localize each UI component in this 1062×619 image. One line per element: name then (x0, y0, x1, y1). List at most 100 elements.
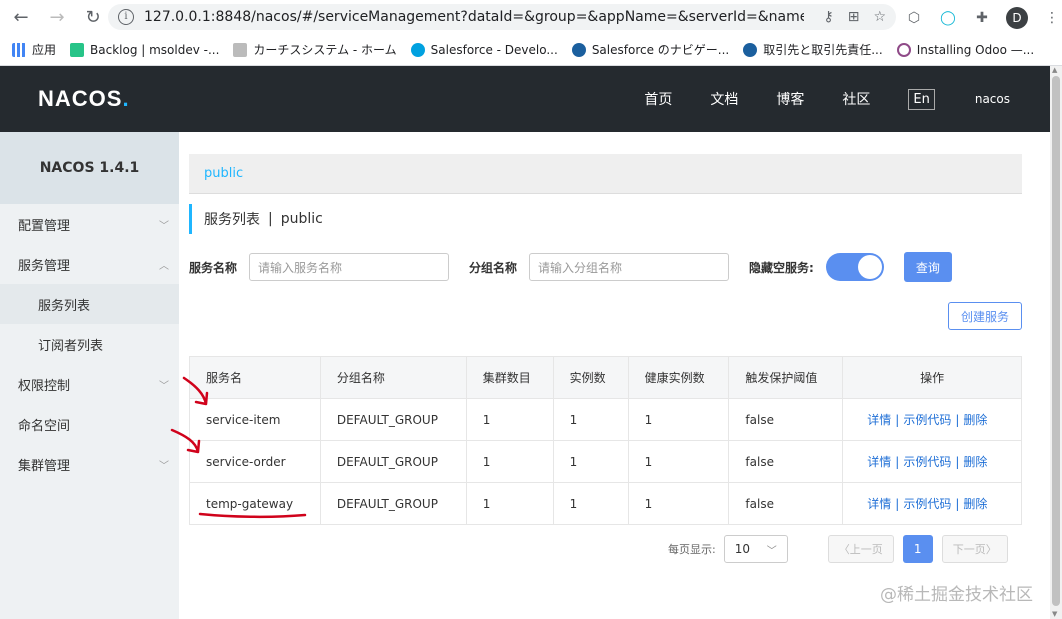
service-name-input[interactable]: 请输入服务名称 (249, 253, 450, 281)
sidebar-item-label: 订阅者列表 (38, 338, 104, 354)
sidebar-item-service-list[interactable]: 服务列表 (0, 284, 179, 324)
detail-link[interactable]: 详情 (867, 413, 891, 427)
sidebar-item-auth[interactable]: 权限控制 ﹀ (0, 364, 179, 404)
nacos-logo[interactable]: NACOS. (38, 86, 130, 112)
nav-blog[interactable]: 博客 (776, 89, 804, 109)
sidebar-item-config[interactable]: 配置管理 ﹀ (0, 204, 179, 244)
site-info-icon[interactable]: i (118, 9, 134, 25)
sidebar-item-namespace[interactable]: 命名空间 (0, 404, 179, 444)
op-separator: | (955, 413, 960, 427)
bookmark-label: カーチスシステム - ホーム (253, 43, 397, 57)
filter-row: 服务名称 请输入服务名称 分组名称 请输入分组名称 隐藏空服务: 查询 (189, 252, 952, 282)
table-row: service-item DEFAULT_GROUP 1 1 1 false 详… (189, 398, 1022, 441)
extension-ring-icon[interactable]: ◯ (938, 8, 958, 28)
page-title: 服务列表 | public (189, 204, 323, 234)
nav-docs[interactable]: 文档 (710, 89, 738, 109)
sidebar-item-service[interactable]: 服务管理 ︿ (0, 244, 179, 284)
delete-link[interactable]: 删除 (963, 497, 987, 511)
odoo-icon (896, 42, 911, 57)
detail-link[interactable]: 详情 (867, 455, 891, 469)
page-number-current[interactable]: 1 (902, 535, 933, 563)
chevron-right-icon: 〉 (985, 543, 997, 556)
delete-link[interactable]: 删除 (963, 413, 987, 427)
page-title-namespace: public (280, 211, 323, 227)
bookmark-item[interactable]: Installing Odoo —... (896, 42, 1034, 57)
healthy-cell: 1 (627, 440, 730, 483)
browser-menu-icon[interactable]: ⋮ (1042, 8, 1062, 28)
delete-link[interactable]: 删除 (963, 455, 987, 469)
sample-code-link[interactable]: 示例代码 (903, 497, 951, 511)
sidebar-item-label: 配置管理 (18, 218, 71, 234)
column-header: 操作 (842, 356, 1022, 399)
bookmark-item[interactable]: 取引先と取引先責任... (743, 41, 883, 58)
nav-home[interactable]: 首页 (644, 89, 672, 109)
healthy-cell: 1 (627, 398, 730, 441)
trailhead-icon (571, 42, 586, 57)
extensions-puzzle-icon[interactable]: ✚ (972, 8, 992, 28)
sample-code-link[interactable]: 示例代码 (903, 455, 951, 469)
extension-hex-icon[interactable]: ⬡ (904, 8, 924, 28)
scroll-up-arrow-icon[interactable]: ▲ (1052, 66, 1057, 74)
namespace-public-link[interactable]: public (204, 166, 243, 181)
ops-cell: 详情 | 示例代码 | 删除 (842, 398, 1022, 441)
top-nav: 首页 文档 博客 社区 En nacos (644, 66, 1050, 132)
page-size-select[interactable]: 10 ﹀ (723, 535, 788, 563)
watermark: @稀土掘金技术社区 (880, 585, 1033, 605)
clusters-cell: 1 (465, 440, 554, 483)
instances-cell: 1 (552, 440, 629, 483)
detail-link[interactable]: 详情 (867, 497, 891, 511)
group-name-input[interactable]: 请输入分组名称 (529, 253, 730, 281)
url-text[interactable]: 127.0.0.1:8848/nacos/#/serviceManagement… (144, 9, 804, 25)
query-button[interactable]: 查询 (903, 252, 952, 282)
address-bar[interactable]: i 127.0.0.1:8848/nacos/#/serviceManageme… (108, 4, 896, 30)
bookmark-item[interactable]: Backlog | msoldev -... (70, 42, 219, 57)
hide-empty-toggle[interactable] (825, 253, 884, 281)
translate-icon[interactable]: ⊞ (848, 9, 860, 25)
reload-icon[interactable]: ↻ (80, 4, 106, 30)
prev-page-button[interactable]: 〈上一页 (827, 535, 894, 563)
page-title-text: 服务列表 (204, 212, 260, 228)
threshold-cell: false (728, 440, 844, 483)
bookmark-label: 取引先と取引先責任... (763, 43, 883, 57)
threshold-cell: false (728, 482, 844, 525)
toggle-knob (857, 255, 882, 279)
user-menu[interactable]: nacos (975, 92, 1010, 106)
bookmark-item[interactable]: Salesforce - Develo... (410, 42, 558, 57)
bookmark-apps[interactable]: 应用 (12, 41, 56, 58)
bookmark-star-icon[interactable]: ☆ (873, 9, 886, 25)
nav-community[interactable]: 社区 (842, 89, 870, 109)
table-row: service-order DEFAULT_GROUP 1 1 1 false … (189, 440, 1022, 483)
scroll-down-arrow-icon[interactable]: ▼ (1052, 610, 1057, 618)
key-icon[interactable]: ⚷ (823, 9, 833, 25)
page-scrollbar[interactable]: ▲ ▼ (1050, 66, 1062, 619)
op-separator: | (895, 497, 900, 511)
create-service-button[interactable]: 创建服务 (948, 302, 1023, 330)
backlog-icon (70, 42, 85, 57)
sidebar: NACOS 1.4.1 配置管理 ﹀ 服务管理 ︿ 服务列表 订阅者列表 权限控制 ﹀… (0, 132, 179, 619)
forward-arrow-icon[interactable]: → (44, 4, 70, 30)
instances-cell: 1 (552, 398, 629, 441)
bookmark-label: 应用 (32, 43, 57, 57)
healthy-cell: 1 (627, 482, 730, 525)
sidebar-item-label: 集群管理 (18, 458, 71, 474)
chevron-down-icon: ﹀ (159, 460, 169, 472)
language-toggle[interactable]: En (908, 88, 935, 110)
back-arrow-icon[interactable]: ← (8, 4, 34, 30)
sample-code-link[interactable]: 示例代码 (903, 413, 951, 427)
hide-empty-label: 隐藏空服务: (749, 260, 814, 275)
op-separator: | (955, 455, 960, 469)
sidebar-item-cluster[interactable]: 集群管理 ﹀ (0, 444, 179, 484)
chevron-down-icon: ﹀ (766, 545, 777, 557)
sidebar-item-label: 服务管理 (18, 258, 71, 274)
scrollbar-thumb[interactable] (1052, 76, 1060, 606)
group-cell: DEFAULT_GROUP (319, 440, 467, 483)
service-name-cell: service-order (189, 440, 321, 483)
next-page-button[interactable]: 下一页〉 (941, 535, 1008, 563)
sidebar-item-subscribers[interactable]: 订阅者列表 (0, 324, 179, 364)
ops-cell: 详情 | 示例代码 | 删除 (842, 440, 1022, 483)
bookmark-item[interactable]: カーチスシステム - ホーム (233, 41, 397, 58)
apps-grid-icon (12, 42, 26, 57)
bookmark-item[interactable]: Salesforce のナビゲー... (571, 41, 729, 58)
profile-avatar[interactable]: D (1006, 7, 1028, 29)
main-content: public 服务列表 | public 服务名称 请输入服务名称 分组名称 请… (179, 132, 1050, 619)
